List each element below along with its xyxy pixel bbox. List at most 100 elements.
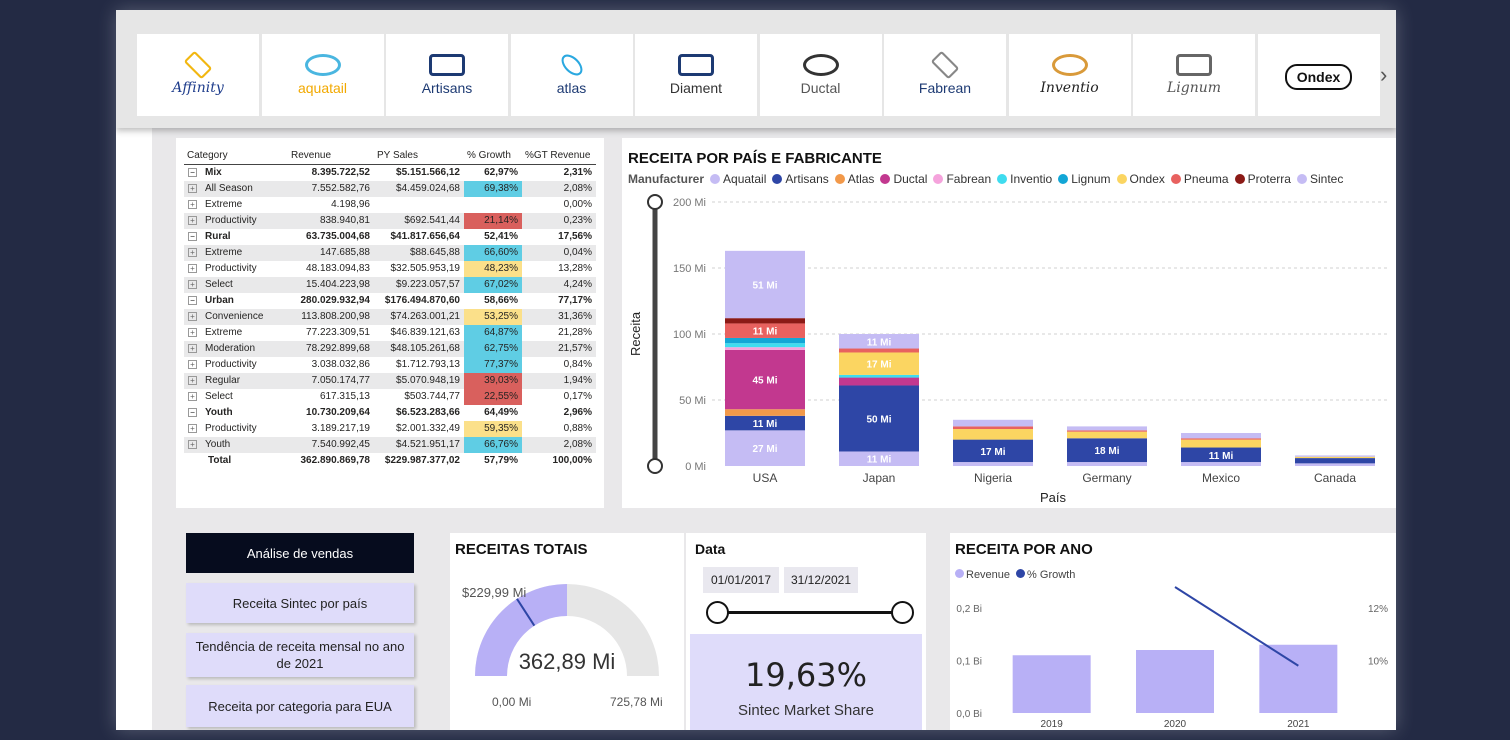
row-label: + Extreme: [184, 197, 288, 213]
expand-icon[interactable]: +: [188, 327, 197, 337]
expand-icon[interactable]: +: [188, 215, 197, 225]
expand-icon[interactable]: +: [188, 391, 197, 401]
bar-segment-aquatail[interactable]: [1295, 463, 1375, 466]
expand-icon[interactable]: +: [188, 375, 197, 385]
subcategory-row[interactable]: + Productivity 3.038.032,86 $1.712.793,13 77…: [184, 357, 596, 373]
bar-segment-inventio[interactable]: [839, 374, 919, 378]
category-row[interactable]: − Youth 10.730.209,64 $6.523.283,66 64,49% 2,…: [184, 405, 596, 421]
chevron-right-icon[interactable]: ›: [1380, 62, 1387, 88]
subcategory-row[interactable]: + Productivity 838.940,81 $692.541,44 21,14%…: [184, 213, 596, 229]
expand-icon[interactable]: +: [188, 423, 197, 433]
subcategory-row[interactable]: + Select 617.315,13 $503.744,77 22,55% 0,17%: [184, 389, 596, 405]
data-label: 18 Mi: [1094, 446, 1119, 457]
bar-segment-proterra[interactable]: [725, 318, 805, 324]
gt-revenue-cell: 0,04%: [522, 245, 596, 261]
collapse-icon[interactable]: −: [188, 407, 197, 417]
bar-segment-lignum[interactable]: [725, 337, 805, 344]
expand-icon[interactable]: +: [188, 199, 197, 209]
revenue-bar[interactable]: [1012, 655, 1091, 713]
logo-card-fabrean[interactable]: Fabrean: [884, 34, 1006, 116]
logo-card-lignum[interactable]: Lignum: [1133, 34, 1255, 116]
subcategory-row[interactable]: + Regular 7.050.174,77 $5.070.948,19 39,03% 1…: [184, 373, 596, 389]
bar-segment-sintec[interactable]: [953, 419, 1033, 427]
bar-segment-aquatail[interactable]: [953, 462, 1033, 466]
py-sales-cell: $5.070.948,19: [374, 373, 464, 389]
total-row[interactable]: Total 362.890.869,78 $229.987.377,02 57,79%…: [184, 453, 596, 469]
expand-icon[interactable]: +: [188, 263, 197, 273]
subcategory-row[interactable]: + Select 15.404.223,98 $9.223.057,57 67,02% 4…: [184, 277, 596, 293]
subcategory-row[interactable]: + Extreme 77.223.309,51 $46.839.121,63 64,87…: [184, 325, 596, 341]
logo-card-diament[interactable]: Diament: [635, 34, 757, 116]
bar-segment-artisans[interactable]: [1295, 458, 1375, 464]
subcategory-row[interactable]: + Productivity 3.189.217,19 $2.001.332,49 59…: [184, 421, 596, 437]
bar-segment-ductal[interactable]: [839, 377, 919, 386]
revenue-bar[interactable]: [1259, 644, 1338, 713]
nav-button-sintec-by-country[interactable]: Receita Sintec por país: [186, 583, 414, 623]
expand-icon[interactable]: +: [188, 247, 197, 257]
subcategory-row[interactable]: + Extreme 4.198,96 0,00%: [184, 197, 596, 213]
bar-segment-pneuma[interactable]: [839, 348, 919, 353]
col-category[interactable]: Category: [184, 146, 288, 165]
logo-card-artisans[interactable]: Artisans: [386, 34, 508, 116]
date-slider-end-handle[interactable]: [891, 601, 914, 624]
bar-segment-pneuma[interactable]: [953, 426, 1033, 430]
subcategory-row[interactable]: + Extreme 147.685,88 $88.645,88 66,60% 0,04%: [184, 245, 596, 261]
col-revenue[interactable]: Revenue: [288, 146, 374, 165]
bar-segment-sintec[interactable]: [1067, 426, 1147, 431]
zoom-slider-bottom-handle[interactable]: [647, 458, 663, 474]
logo-card-atlas[interactable]: atlas: [510, 34, 633, 116]
collapse-icon[interactable]: −: [188, 231, 197, 241]
col-gt-revenue[interactable]: %GT Revenue: [522, 146, 596, 165]
nav-button-monthly-trend-2021[interactable]: Tendência de receita mensal no ano de 20…: [186, 633, 414, 677]
category-row[interactable]: − Urban 280.029.932,94 $176.494.870,60 58,66…: [184, 293, 596, 309]
subcategory-row[interactable]: + All Season 7.552.582,76 $4.459.024,68 69,3…: [184, 181, 596, 197]
logo-card-ductal[interactable]: Ductal: [759, 34, 882, 116]
logo-text: Ondex: [1284, 64, 1353, 90]
col-py-sales[interactable]: PY Sales: [374, 146, 464, 165]
growth-cell: [464, 197, 522, 213]
bar-segment-aquatail[interactable]: [1181, 462, 1261, 466]
y-tick-label: 100 Mi: [673, 329, 706, 341]
category-row[interactable]: − Rural 63.735.004,68 $41.817.656,64 52,41% 1…: [184, 229, 596, 245]
bar-segment-ondex[interactable]: [1067, 431, 1147, 439]
bar-segment-pneuma[interactable]: [1067, 430, 1147, 432]
collapse-icon[interactable]: −: [188, 167, 197, 177]
date-end-input[interactable]: 31/12/2021: [784, 567, 858, 593]
logo-card-ondex[interactable]: Ondex: [1257, 34, 1380, 116]
bar-segment-ondex[interactable]: [953, 429, 1033, 440]
zoom-slider-top-handle[interactable]: [647, 194, 663, 210]
logo-card-aquatail[interactable]: aquatail: [261, 34, 384, 116]
bar-segment-sintec[interactable]: [1181, 433, 1261, 439]
bar-segment-atlas[interactable]: [725, 409, 805, 416]
bar-segment-ondex[interactable]: [1295, 456, 1375, 459]
bar-segment-aquatail[interactable]: [1067, 462, 1147, 466]
expand-icon[interactable]: +: [188, 311, 197, 321]
category-row[interactable]: − Mix 8.395.722,52 $5.151.566,12 62,97% 2,31%: [184, 165, 596, 182]
subcategory-row[interactable]: + Moderation 78.292.899,68 $48.105.261,68 62…: [184, 341, 596, 357]
manufacturer-logo-bar: › Affinity aquatail Artisans atlas Diament Du…: [116, 10, 1396, 128]
expand-icon[interactable]: +: [188, 439, 197, 449]
nav-button-category-usa[interactable]: Receita por categoria para EUA: [186, 685, 414, 727]
expand-icon[interactable]: +: [188, 343, 197, 353]
date-start-input[interactable]: 01/01/2017: [703, 567, 779, 593]
data-label: 51 Mi: [752, 281, 777, 292]
revenue-bar[interactable]: [1136, 650, 1214, 713]
date-slider-start-handle[interactable]: [706, 601, 729, 624]
bar-segment-inventio[interactable]: [725, 343, 805, 348]
logo-text: Ductal: [800, 80, 841, 96]
bar-segment-pneuma[interactable]: [1181, 438, 1261, 440]
col-growth[interactable]: % Growth: [464, 146, 522, 165]
subcategory-row[interactable]: + Convenience 113.808.200,98 $74.263.001,21…: [184, 309, 596, 325]
collapse-icon[interactable]: −: [188, 295, 197, 305]
subcategory-row[interactable]: + Youth 7.540.992,45 $4.521.951,17 66,76% 2,0…: [184, 437, 596, 453]
bar-segment-ondex[interactable]: [1181, 439, 1261, 448]
subcategory-row[interactable]: + Productivity 48.183.094,83 $32.505.953,19…: [184, 261, 596, 277]
logo-card-inventio[interactable]: Inventio: [1008, 34, 1131, 116]
bar-segment-sintec[interactable]: [1295, 455, 1375, 457]
expand-icon[interactable]: +: [188, 279, 197, 289]
bar-segment-fabrean[interactable]: [725, 347, 805, 350]
expand-icon[interactable]: +: [188, 359, 197, 369]
py-sales-cell: $41.817.656,64: [390, 231, 460, 242]
expand-icon[interactable]: +: [188, 183, 197, 193]
logo-card-affinity[interactable]: Affinity: [137, 34, 259, 116]
